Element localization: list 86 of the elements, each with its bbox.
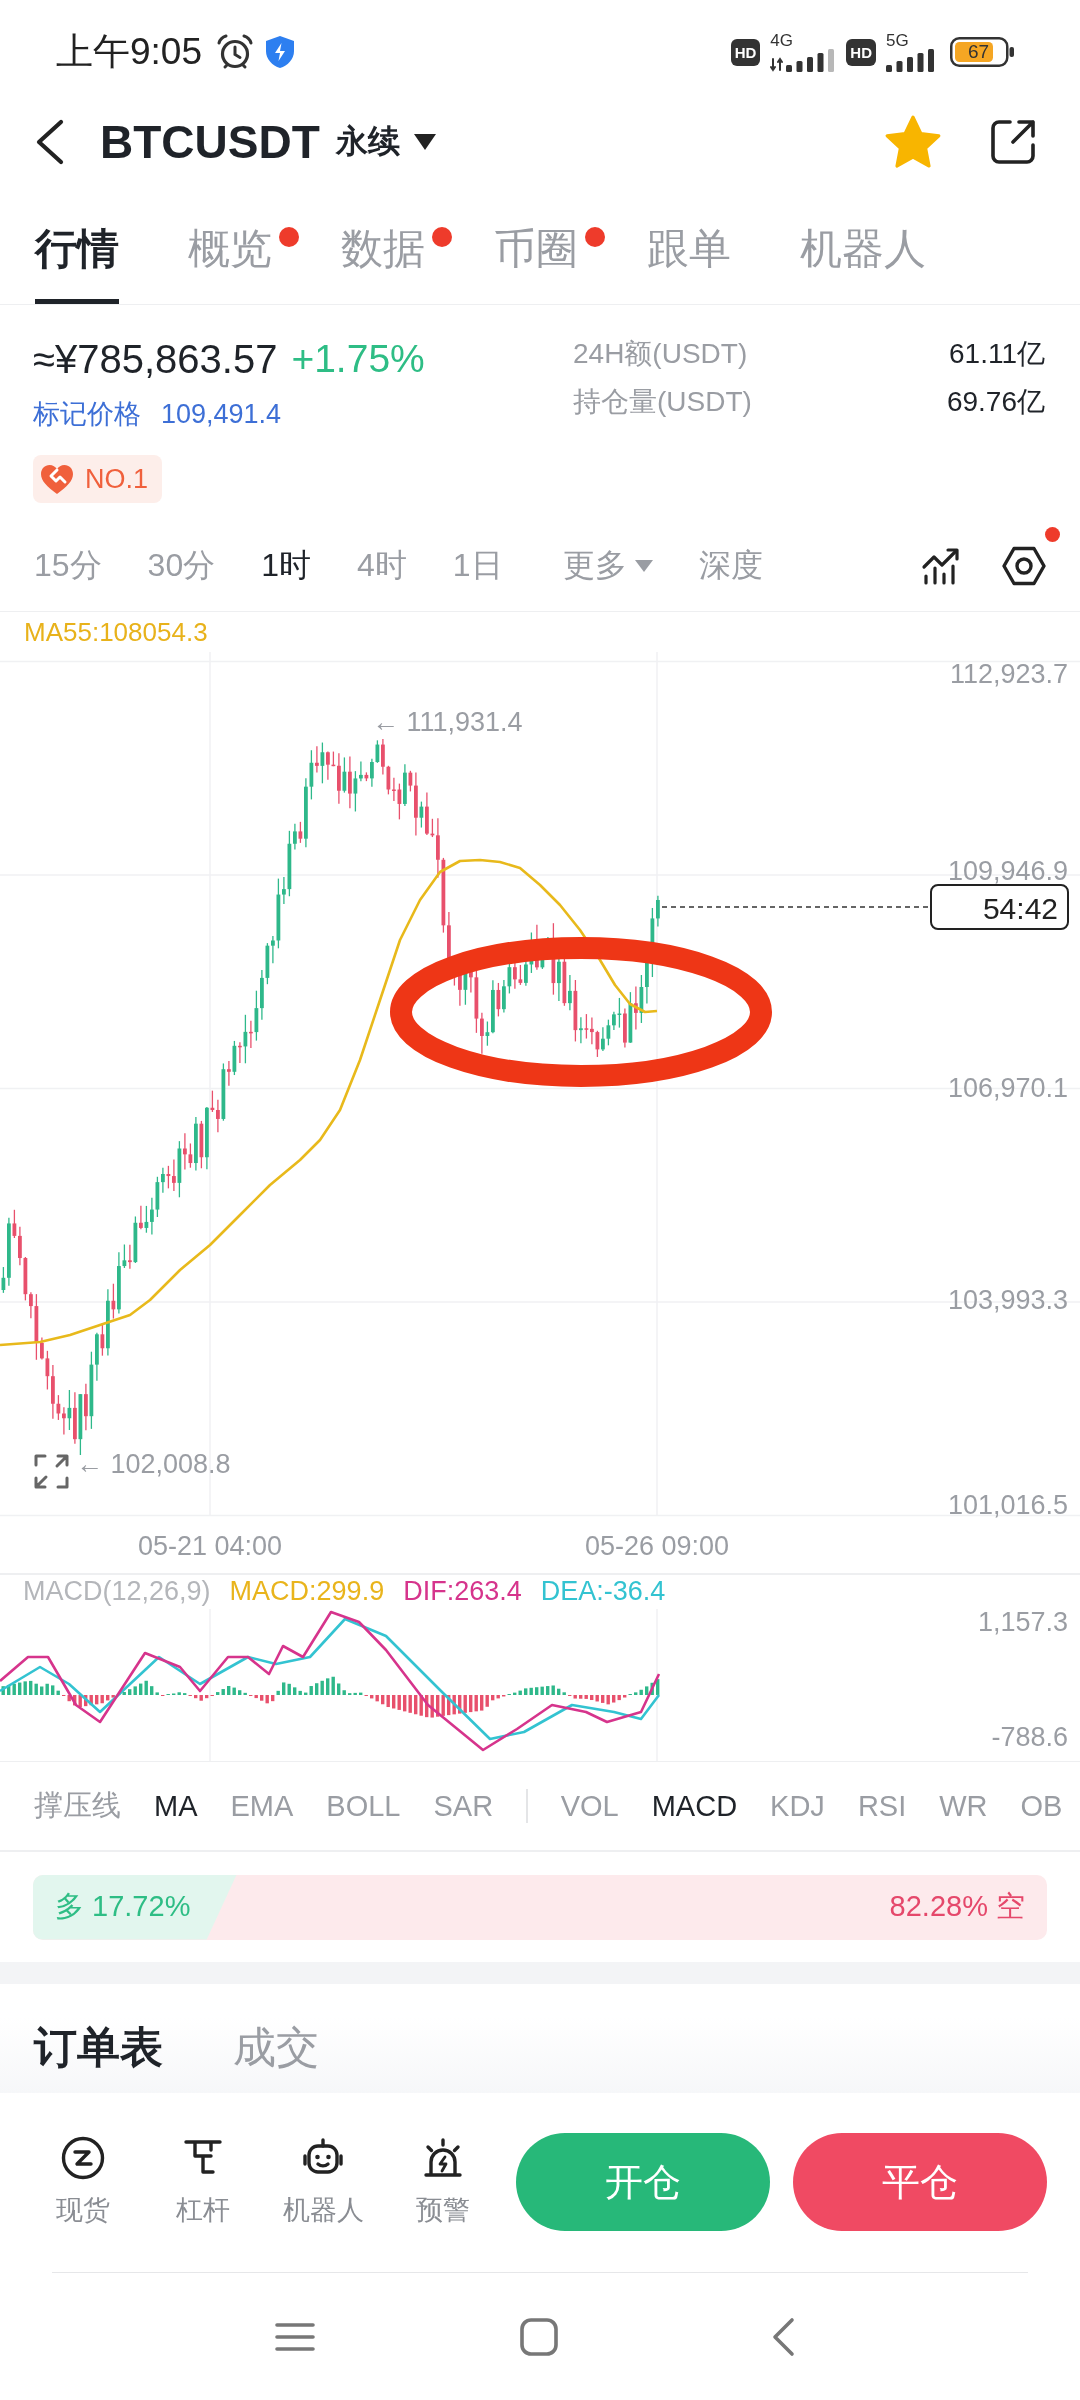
rank-label: NO.1 — [85, 463, 149, 495]
caret-down-icon — [634, 559, 653, 572]
price-axis-label: 101,016.5 — [947, 1490, 1068, 1520]
order-tab[interactable]: 成交 — [233, 2019, 319, 2077]
indicator-tab[interactable]: RSI — [857, 1789, 907, 1823]
menu-icon[interactable] — [275, 2321, 315, 2352]
indicator-tab[interactable]: WR — [939, 1789, 988, 1823]
alarm-clock-icon — [216, 34, 254, 70]
chart-type-icon[interactable] — [921, 545, 961, 586]
close-position-button[interactable]: 平仓 — [793, 2133, 1047, 2231]
shield-bolt-icon — [266, 36, 294, 68]
signal-strength-icon — [886, 48, 934, 72]
siren-icon — [421, 2136, 465, 2180]
contract-type-label: 永续 — [335, 122, 400, 161]
price-axis-label: 109,946.9 — [947, 856, 1068, 886]
macd-legend-label: MACD(12,26,9) — [23, 1576, 211, 1607]
interval-tab[interactable]: 30分 — [147, 543, 216, 588]
indicator-tab[interactable]: BOLL — [326, 1789, 401, 1823]
indicator-tab[interactable]: 撑压线 — [34, 1786, 121, 1826]
macd-legend-label: DEA:-36.4 — [540, 1576, 666, 1607]
indicator-tab[interactable]: MACD — [651, 1789, 738, 1823]
indicator-tab[interactable]: OB — [1020, 1789, 1063, 1823]
tab[interactable]: 数据 — [341, 204, 425, 304]
stat-label: 24H额(USDT) — [573, 337, 748, 371]
tool-button[interactable]: 现货 — [28, 2136, 138, 2228]
interval-tab[interactable]: 1日 — [452, 543, 503, 588]
time-axis-label: 05-21 04:00 — [137, 1531, 283, 1561]
interval-tab[interactable]: 1时 — [261, 543, 311, 588]
open-position-button[interactable]: 开仓 — [516, 2133, 770, 2231]
indicator-tab[interactable]: KDJ — [770, 1789, 825, 1823]
fullscreen-icon[interactable] — [34, 1454, 69, 1489]
square-icon[interactable] — [520, 2317, 558, 2356]
time-axis-label: 05-26 09:00 — [584, 1531, 730, 1561]
caret-down-icon[interactable] — [413, 134, 436, 150]
hd-badge: HD — [730, 38, 761, 66]
mark-price-label: 标记价格 — [33, 398, 141, 431]
tab[interactable]: 币圈 — [494, 204, 578, 304]
tab[interactable]: 行情 — [35, 204, 119, 304]
order-tab[interactable]: 订单表 — [34, 2019, 163, 2077]
status-time: 上午9:05 — [56, 30, 202, 74]
mark-price-value: 109,491.4 — [161, 398, 282, 430]
low-price-marker: ← 102,008.8 — [76, 1449, 231, 1479]
star-icon[interactable] — [885, 115, 941, 169]
countdown-text: 54:42 — [982, 891, 1058, 925]
indicator-tab[interactable]: VOL — [560, 1789, 619, 1823]
moving-average-label: MA55:108054.3 — [24, 616, 208, 648]
macd-axis-label: 1,157.3 — [977, 1608, 1068, 1637]
macd-axis-label: -788.6 — [991, 1721, 1068, 1752]
share-icon[interactable] — [991, 120, 1035, 164]
interval-tab[interactable]: 15分 — [34, 543, 102, 588]
price-axis-label: 112,923.7 — [949, 659, 1068, 689]
more-intervals-dropdown[interactable]: 更多 — [562, 543, 653, 588]
macd-legend-label: MACD:299.9 — [229, 1576, 385, 1607]
tab[interactable]: 跟单 — [647, 204, 731, 304]
indicator-tab[interactable]: MA — [154, 1789, 198, 1823]
hd-badge: HD — [846, 38, 876, 66]
depth-tab[interactable]: 深度 — [698, 543, 763, 588]
tab[interactable]: 机器人 — [800, 204, 926, 304]
stat-value: 69.76亿 — [946, 385, 1045, 419]
price-axis-label: 103,993.3 — [947, 1285, 1068, 1315]
settings-icon[interactable] — [1002, 545, 1046, 586]
tab[interactable]: 概览 — [188, 204, 272, 304]
macd-legend-label: DIF:263.4 — [403, 1576, 522, 1607]
short-ratio-label: 82.28% 空 — [889, 1889, 1025, 1924]
heart-handshake-icon — [41, 464, 73, 494]
tool-button[interactable]: 杠杆 — [148, 2136, 258, 2228]
long-ratio-label: 多 17.72% — [55, 1889, 191, 1924]
signal-strength-icon — [770, 48, 835, 72]
interval-tab[interactable]: 4时 — [357, 543, 407, 588]
stat-value: 61.11亿 — [949, 337, 1045, 371]
coin-icon — [61, 2136, 105, 2180]
high-price-marker: ← 111,931.4 — [372, 707, 523, 737]
indicator-tab[interactable]: SAR — [433, 1789, 494, 1823]
tool-button[interactable]: 预警 — [388, 2136, 498, 2228]
price-value: ≈¥785,863.57 — [33, 336, 278, 382]
indicator-tab[interactable]: EMA — [230, 1789, 294, 1823]
back-icon[interactable] — [34, 119, 64, 165]
price-axis-label: 106,970.1 — [947, 1073, 1068, 1103]
battery-percentage: 67 — [968, 42, 990, 62]
symbol-title: BTCUSDT — [100, 115, 320, 169]
tool-button[interactable]: 机器人 — [268, 2136, 378, 2228]
network-type-label: 4G — [770, 32, 793, 48]
stat-label: 持仓量(USDT) — [573, 385, 752, 419]
network-type-label: 5G — [886, 32, 909, 48]
battery-icon — [950, 37, 1014, 67]
price-change: +1.75% — [291, 337, 425, 381]
